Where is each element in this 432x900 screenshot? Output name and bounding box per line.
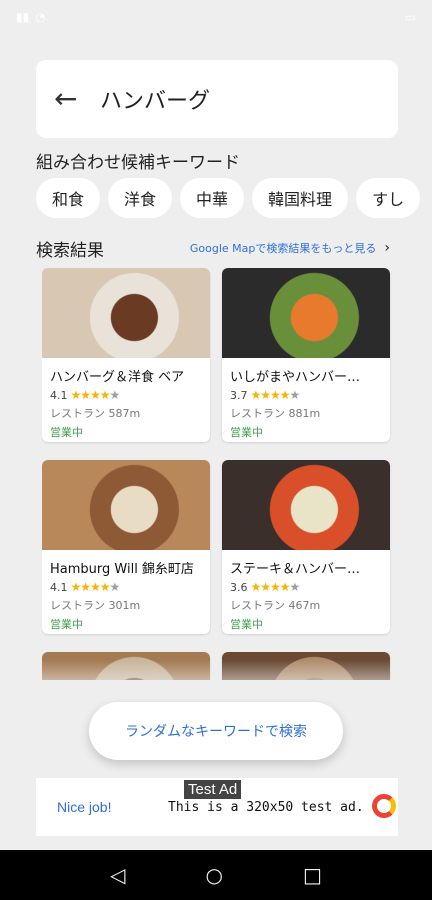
results-grid: ハンバーグ＆洋食 ベア 4.1 ★★★★★ レストラン 587m 営業中 いしが… bbox=[42, 268, 392, 680]
restaurant-category-distance: レストラン 301m bbox=[50, 599, 141, 612]
keyword-chip[interactable]: 洋食 bbox=[108, 178, 173, 218]
rating-row: 3.6 ★★★★★ bbox=[230, 580, 382, 594]
search-query[interactable]: ハンバーグ bbox=[100, 83, 210, 115]
open-status: 営業中 bbox=[50, 618, 83, 631]
test-ad-badge: Test Ad bbox=[184, 780, 242, 799]
status-left: ▮▮ ◔ bbox=[16, 10, 46, 24]
restaurant-photo[interactable] bbox=[42, 460, 210, 550]
results-title: 検索結果 bbox=[36, 241, 104, 261]
result-card[interactable]: Hamburg Will 錦糸町店 4.1 ★★★★★ レストラン 301m 営… bbox=[42, 460, 210, 634]
open-status: 営業中 bbox=[230, 618, 263, 631]
keyword-chip[interactable]: 和食 bbox=[36, 178, 101, 218]
rating-stars-icon: ★★★★★ bbox=[250, 388, 301, 402]
results-list[interactable]: ハンバーグ＆洋食 ベア 4.1 ★★★★★ レストラン 587m 営業中 いしが… bbox=[42, 268, 392, 680]
nav-recents-icon[interactable]: □ bbox=[303, 863, 322, 887]
rating-row: 4.1 ★★★★★ bbox=[50, 388, 202, 402]
ad-nice-text[interactable]: Nice job! bbox=[57, 799, 111, 815]
restaurant-category-distance: レストラン 467m bbox=[230, 599, 321, 612]
nav-back-icon[interactable]: ◁ bbox=[110, 863, 125, 887]
status-bar: ▮▮ ◔ ▭ bbox=[0, 0, 432, 34]
rating-stars-icon: ★★★★★ bbox=[70, 580, 121, 594]
google-map-more-link[interactable]: Google Mapで検索結果をもっと見る › bbox=[190, 240, 390, 256]
open-status: 営業中 bbox=[50, 426, 83, 439]
ad-text[interactable]: This is a 320x50 test ad. bbox=[168, 800, 364, 815]
result-card[interactable]: ステーキ＆ハンバー… 3.6 ★★★★★ レストラン 467m 営業中 bbox=[222, 460, 390, 634]
restaurant-category-distance: レストラン 881m bbox=[230, 407, 321, 420]
wifi-icon: ◔ bbox=[35, 10, 46, 24]
open-status: 営業中 bbox=[230, 426, 263, 439]
rating-value: 3.7 bbox=[230, 388, 248, 402]
navigation-bar: ◁ ○ □ bbox=[0, 850, 432, 900]
keyword-chip[interactable]: すし bbox=[356, 178, 421, 218]
search-bar[interactable]: ← ハンバーグ bbox=[36, 60, 398, 138]
rating-value: 4.1 bbox=[50, 388, 68, 402]
rating-stars-icon: ★★★★★ bbox=[70, 388, 121, 402]
nav-home-icon[interactable]: ○ bbox=[206, 863, 223, 887]
rating-value: 3.6 bbox=[230, 580, 248, 594]
chevron-right-icon[interactable]: › bbox=[384, 240, 390, 256]
back-arrow-icon[interactable]: ← bbox=[54, 85, 88, 113]
restaurant-photo[interactable] bbox=[222, 460, 390, 550]
signal-icon: ▮▮ bbox=[16, 10, 30, 24]
restaurant-category-distance: レストラン 587m bbox=[50, 407, 141, 420]
battery-icon: ▭ bbox=[404, 10, 416, 24]
restaurant-name: いしがまやハンバー… bbox=[230, 370, 361, 385]
scroll-fade bbox=[0, 660, 432, 700]
keyword-chips: 和食 洋食 中華 韓国料理 すし bbox=[36, 178, 421, 218]
result-card[interactable]: ハンバーグ＆洋食 ベア 4.1 ★★★★★ レストラン 587m 営業中 bbox=[42, 268, 210, 442]
card-body: ハンバーグ＆洋食 ベア 4.1 ★★★★★ レストラン 587m 営業中 bbox=[42, 358, 210, 440]
card-body: ステーキ＆ハンバー… 3.6 ★★★★★ レストラン 467m 営業中 bbox=[222, 550, 390, 632]
rating-stars-icon: ★★★★★ bbox=[250, 580, 301, 594]
random-keyword-search-button[interactable]: ランダムなキーワードで検索 bbox=[89, 702, 343, 760]
rating-value: 4.1 bbox=[50, 580, 68, 594]
keyword-chip[interactable]: 中華 bbox=[180, 178, 245, 218]
ad-logo-icon[interactable] bbox=[372, 794, 396, 818]
keyword-chip[interactable]: 韓国料理 bbox=[252, 178, 349, 218]
restaurant-name: ハンバーグ＆洋食 ベア bbox=[50, 370, 185, 385]
rating-row: 3.7 ★★★★★ bbox=[230, 388, 382, 402]
status-right: ▭ bbox=[405, 10, 416, 24]
restaurant-photo[interactable] bbox=[222, 268, 390, 358]
restaurant-name: ステーキ＆ハンバー… bbox=[230, 562, 361, 577]
card-body: いしがまやハンバー… 3.7 ★★★★★ レストラン 881m 営業中 bbox=[222, 358, 390, 440]
result-card[interactable]: いしがまやハンバー… 3.7 ★★★★★ レストラン 881m 営業中 bbox=[222, 268, 390, 442]
restaurant-photo[interactable] bbox=[42, 268, 210, 358]
card-body: Hamburg Will 錦糸町店 4.1 ★★★★★ レストラン 301m 営… bbox=[42, 550, 210, 632]
keywords-title: 組み合わせ候補キーワード bbox=[36, 153, 240, 173]
more-link-label[interactable]: Google Mapで検索結果をもっと見る bbox=[190, 240, 377, 256]
rating-row: 4.1 ★★★★★ bbox=[50, 580, 202, 594]
restaurant-name: Hamburg Will 錦糸町店 bbox=[50, 562, 194, 577]
